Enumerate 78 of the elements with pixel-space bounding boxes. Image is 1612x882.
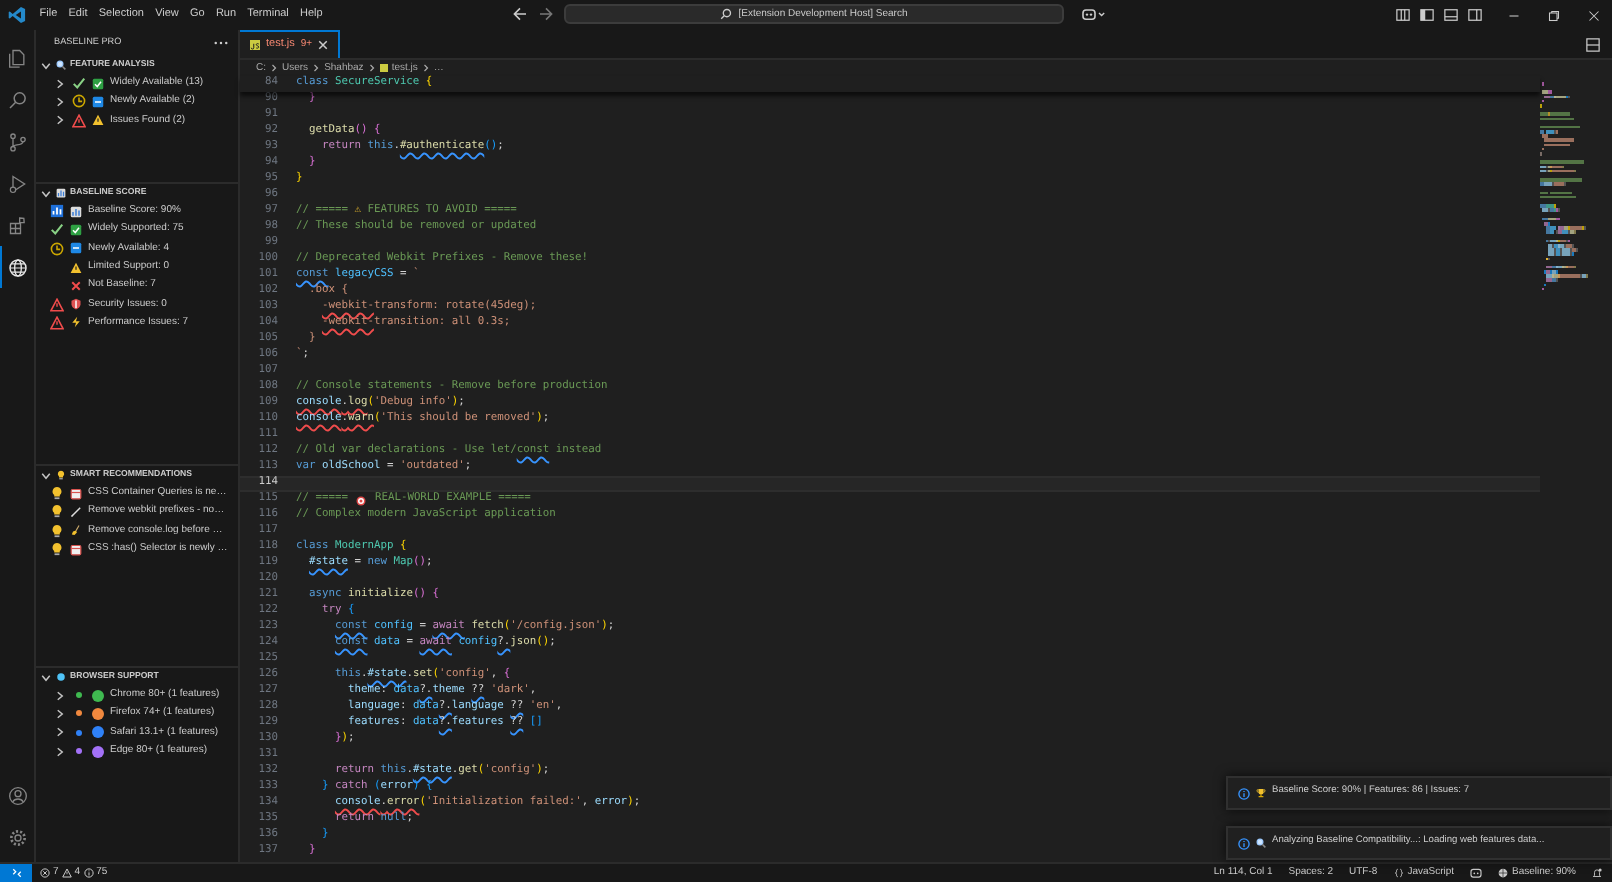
magnifier-icon	[56, 60, 66, 70]
clock-icon	[72, 94, 86, 109]
more-icon[interactable]	[214, 40, 228, 46]
files-icon[interactable]	[7, 47, 27, 67]
chevron-right-icon[interactable]	[54, 77, 66, 90]
box-icon	[70, 543, 82, 556]
bulb-icon	[56, 470, 66, 480]
chevron-right-icon[interactable]	[54, 114, 66, 127]
bar-chart-icon	[56, 188, 66, 198]
js-file-icon	[250, 40, 260, 50]
square-icon	[70, 242, 82, 255]
minimize-icon[interactable]	[1508, 9, 1520, 21]
bulb-icon	[50, 523, 64, 538]
chevron-down-icon[interactable]	[40, 59, 52, 71]
check-icon	[72, 76, 86, 91]
forward-arrow-icon[interactable]	[538, 6, 554, 22]
warning-icon	[92, 114, 104, 127]
check-box-icon	[92, 77, 104, 90]
chevron-down-icon[interactable]	[40, 469, 52, 481]
info-icon	[1238, 837, 1250, 849]
chevron-down-icon[interactable]	[40, 671, 52, 683]
warning-icon	[72, 113, 86, 128]
toggle-secondary-sidebar-icon[interactable]	[1468, 8, 1482, 22]
check-icon	[50, 222, 64, 237]
chevron-right-icon[interactable]	[54, 745, 66, 758]
bulb-icon	[50, 542, 64, 557]
bar-chart-icon	[50, 204, 64, 219]
back-arrow-icon[interactable]	[512, 6, 528, 22]
close-icon[interactable]	[1588, 9, 1600, 21]
chevron-right-icon[interactable]	[54, 689, 66, 702]
bell-icon[interactable]	[1592, 868, 1602, 878]
toggle-sidebar-icon[interactable]	[1420, 8, 1434, 22]
shield-icon	[70, 298, 82, 311]
braces-icon	[1393, 868, 1404, 878]
copilot-icon[interactable]	[1082, 7, 1106, 21]
error-icon	[40, 868, 50, 878]
split-editor-icon[interactable]	[1586, 37, 1600, 51]
info-icon	[83, 868, 94, 878]
warning-icon	[61, 868, 72, 878]
warning-icon	[70, 261, 82, 274]
square-icon	[92, 95, 104, 108]
trophy-icon	[1256, 788, 1266, 798]
pencil-icon	[70, 505, 82, 518]
search-icon	[720, 8, 733, 20]
js-file-icon	[379, 64, 388, 72]
globe-icon	[8, 257, 28, 277]
search-icon[interactable]	[7, 89, 27, 109]
circle-icon	[56, 672, 66, 682]
broom-icon	[70, 524, 82, 537]
toggle-panel-icon[interactable]	[1444, 8, 1458, 22]
target-icon	[356, 495, 367, 505]
remote-icon	[11, 868, 21, 878]
chevron-down-icon[interactable]	[40, 187, 52, 199]
bulb-icon	[50, 504, 64, 519]
box-icon	[70, 487, 82, 500]
chevron-right-icon[interactable]	[54, 707, 66, 720]
bar-chart-icon	[70, 205, 82, 218]
close-icon[interactable]	[318, 40, 329, 50]
restore-icon[interactable]	[1548, 9, 1560, 21]
magnifier-icon	[1256, 838, 1266, 848]
run-debug-icon[interactable]	[7, 173, 27, 193]
clock-icon	[50, 241, 64, 256]
app-logo-icon	[8, 6, 26, 24]
cross-icon	[70, 279, 82, 292]
lightning-icon	[70, 316, 82, 329]
settings-icon[interactable]	[7, 827, 27, 847]
check-box-icon	[70, 223, 82, 236]
chevron-right-icon	[270, 64, 278, 72]
bulb-icon	[50, 486, 64, 501]
chevron-right-icon[interactable]	[54, 726, 66, 739]
source-control-icon[interactable]	[7, 131, 27, 151]
info-icon	[1238, 787, 1250, 799]
remote-button[interactable]	[0, 864, 32, 882]
layout-icon[interactable]	[1396, 8, 1410, 22]
account-icon[interactable]	[7, 785, 27, 805]
extensions-icon[interactable]	[7, 215, 27, 235]
chevron-right-icon[interactable]	[54, 95, 66, 108]
copilot-icon[interactable]	[1470, 868, 1483, 878]
